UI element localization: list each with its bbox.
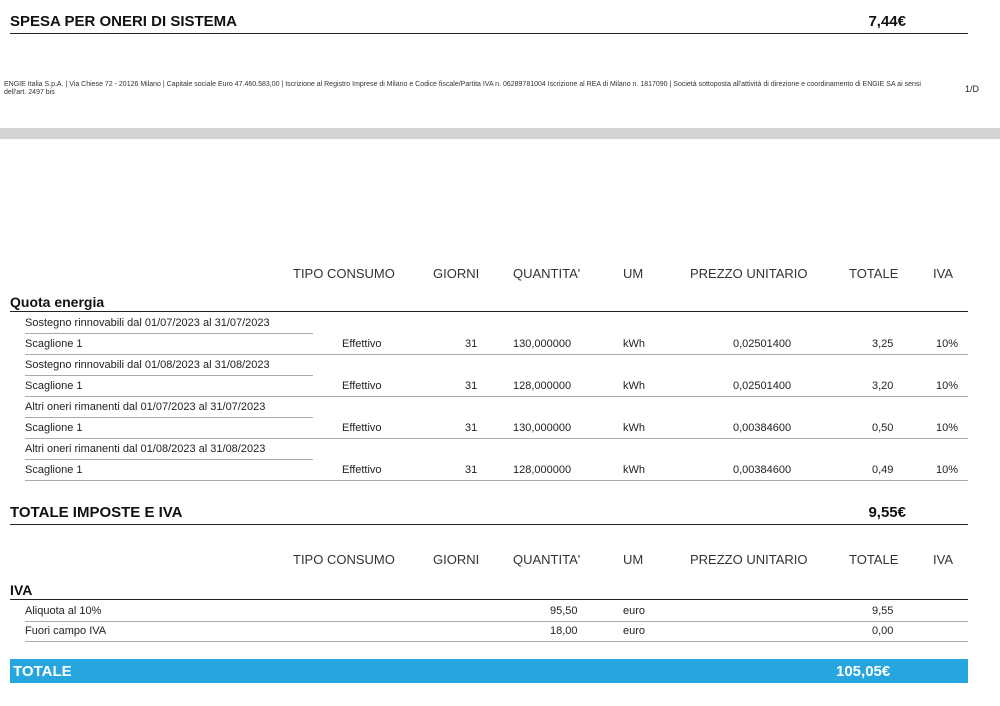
col-giorni: GIORNI — [433, 266, 480, 281]
imposte-iva-header: TOTALE IMPOSTE E IVA 9,55€ — [10, 502, 968, 525]
table-row: Fuori campo IVA 18,00 euro 0,00 — [25, 621, 968, 642]
cell-scaglione: Scaglione 1 — [25, 422, 83, 434]
period-label: Altri oneri rimanenti dal 01/08/2023 al … — [25, 439, 313, 460]
col-iva: IVA — [933, 266, 953, 281]
iva-group-title: IVA — [10, 581, 968, 600]
cell-totale: 0,49 — [872, 464, 894, 476]
cell-giorni: 31 — [465, 338, 478, 350]
period-label-text: Altri oneri rimanenti dal 01/07/2023 al … — [25, 401, 266, 413]
col-totale: TOTALE — [849, 552, 899, 567]
oneri-sistema-amount: 7,44€ — [868, 13, 906, 30]
cell-prezzo: 0,02501400 — [733, 380, 792, 392]
cell-um: euro — [623, 605, 646, 617]
cell-tipo: Effettivo — [342, 422, 382, 434]
table-row: Scaglione 1 Effettivo 31 128,000000 kWh … — [25, 376, 968, 397]
cell-giorni: 31 — [465, 464, 478, 476]
grand-total-label: TOTALE — [13, 663, 72, 680]
quota-energia-title: Quota energia — [10, 293, 968, 312]
footer-legal-text: ENGIE Italia S.p.A. | Via Chiese 72 - 20… — [4, 81, 921, 96]
cell-quantita: 18,00 — [550, 625, 578, 637]
col-totale: TOTALE — [849, 266, 899, 281]
cell-iva: 10% — [936, 338, 959, 350]
page-divider — [0, 128, 1000, 139]
cell-quantita: 95,50 — [550, 605, 578, 617]
col-prezzo-unitario: PREZZO UNITARIO — [690, 552, 808, 567]
cell-quantita: 130,000000 — [513, 422, 572, 434]
period-label: Sostegno rinnovabili dal 01/08/2023 al 3… — [25, 355, 313, 376]
period-label: Altri oneri rimanenti dal 01/07/2023 al … — [25, 397, 313, 418]
cell-iva: 10% — [936, 380, 959, 392]
cell-scaglione: Scaglione 1 — [25, 464, 83, 476]
table-row: Scaglione 1 Effettivo 31 130,000000 kWh … — [25, 418, 968, 439]
cell-scaglione: Scaglione 1 — [25, 380, 83, 392]
col-quantita: QUANTITA' — [513, 266, 581, 281]
cell-tipo: Effettivo — [342, 464, 382, 476]
table-row: Aliquota al 10% 95,50 euro 9,55 — [25, 601, 968, 622]
imposte-iva-label: TOTALE IMPOSTE E IVA — [10, 504, 183, 521]
col-tipo-consumo: TIPO CONSUMO — [293, 266, 395, 281]
col-tipo-consumo: TIPO CONSUMO — [293, 552, 395, 567]
cell-scaglione: Scaglione 1 — [25, 338, 83, 350]
cell-quantita: 130,000000 — [513, 338, 572, 350]
cell-um: kWh — [623, 464, 645, 476]
cell-tipo: Effettivo — [342, 338, 382, 350]
grand-total-bar: TOTALE 105,05€ — [10, 659, 968, 683]
cell-iva: 10% — [936, 464, 959, 476]
imposte-iva-amount: 9,55€ — [868, 504, 906, 521]
cell-prezzo: 0,00384600 — [733, 422, 792, 434]
period-label-text: Sostegno rinnovabili dal 01/07/2023 al 3… — [25, 317, 270, 329]
cell-prezzo: 0,02501400 — [733, 338, 792, 350]
cell-tipo: Effettivo — [342, 380, 382, 392]
col-um: UM — [623, 552, 644, 567]
cell-quantita: 128,000000 — [513, 464, 572, 476]
page-top-fragment: SPESA PER ONERI DI SISTEMA 7,44€ ENGIE I… — [0, 0, 1000, 128]
cell-um: euro — [623, 625, 646, 637]
quota-energia-title-text: Quota energia — [10, 294, 105, 310]
cell-label: Aliquota al 10% — [25, 605, 102, 617]
cell-um: kWh — [623, 422, 645, 434]
oneri-sistema-header: SPESA PER ONERI DI SISTEMA 7,44€ — [10, 11, 968, 34]
cell-giorni: 31 — [465, 422, 478, 434]
grand-total-amount: 105,05€ — [836, 663, 891, 680]
cell-quantita: 128,000000 — [513, 380, 572, 392]
cell-totale: 9,55 — [872, 605, 894, 617]
period-label: Sostegno rinnovabili dal 01/07/2023 al 3… — [25, 313, 313, 334]
table-row: Scaglione 1 Effettivo 31 128,000000 kWh … — [25, 460, 968, 481]
period-label-text: Altri oneri rimanenti dal 01/08/2023 al … — [25, 443, 266, 455]
cell-um: kWh — [623, 338, 645, 350]
cell-totale: 3,20 — [872, 380, 894, 392]
period-label-text: Sostegno rinnovabili dal 01/08/2023 al 3… — [25, 359, 270, 371]
col-giorni: GIORNI — [433, 552, 480, 567]
table-row: Scaglione 1 Effettivo 31 130,000000 kWh … — [25, 334, 968, 355]
cell-giorni: 31 — [465, 380, 478, 392]
col-prezzo-unitario: PREZZO UNITARIO — [690, 266, 808, 281]
cell-totale: 0,50 — [872, 422, 894, 434]
cell-totale: 0,00 — [872, 625, 894, 637]
page-number: 1/D — [965, 84, 980, 94]
cell-totale: 3,25 — [872, 338, 894, 350]
cell-prezzo: 0,00384600 — [733, 464, 792, 476]
cell-iva: 10% — [936, 422, 959, 434]
col-um: UM — [623, 266, 644, 281]
cell-label: Fuori campo IVA — [25, 625, 107, 637]
col-quantita: QUANTITA' — [513, 552, 581, 567]
column-headers: TIPO CONSUMO GIORNI QUANTITA' UM PREZZO … — [0, 552, 1000, 568]
iva-group-title-text: IVA — [10, 582, 33, 598]
col-iva: IVA — [933, 552, 953, 567]
column-headers: TIPO CONSUMO GIORNI QUANTITA' UM PREZZO … — [0, 266, 1000, 282]
oneri-sistema-label: SPESA PER ONERI DI SISTEMA — [10, 13, 237, 30]
cell-um: kWh — [623, 380, 645, 392]
